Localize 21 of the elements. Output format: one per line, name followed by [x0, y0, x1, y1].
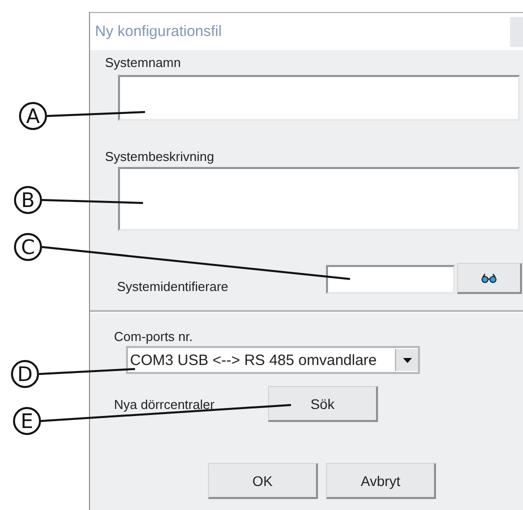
cancel-button[interactable]: Avbryt — [326, 463, 436, 499]
input-field[interactable] — [118, 167, 520, 231]
field-label: Systemnamn — [105, 55, 181, 70]
callout-marker: A — [19, 102, 47, 130]
field-label: Systembeskrivning — [105, 149, 214, 164]
search-button[interactable] — [457, 263, 522, 294]
callout-marker: B — [14, 186, 42, 214]
callout-marker: D — [11, 360, 39, 388]
callout-marker: E — [13, 407, 41, 435]
input-field[interactable] — [326, 265, 455, 294]
com-port-dropdown[interactable]: COM3 USB <--> RS 485 omvandlare — [126, 346, 420, 374]
binoculars-icon — [481, 273, 497, 283]
field-label: Com-ports nr. — [114, 329, 193, 344]
search-button[interactable]: Sök — [268, 386, 378, 422]
input-field[interactable] — [118, 75, 520, 121]
dropdown-value: COM3 USB <--> RS 485 omvandlare — [129, 352, 377, 368]
field-label: Nya dörrcentraler — [114, 396, 216, 412]
callout-marker: C — [14, 233, 42, 261]
field-label: Systemidentifierare — [117, 279, 230, 294]
ok-button[interactable]: OK — [208, 463, 318, 499]
window-title: Ny konfigurationsfil — [94, 23, 222, 40]
